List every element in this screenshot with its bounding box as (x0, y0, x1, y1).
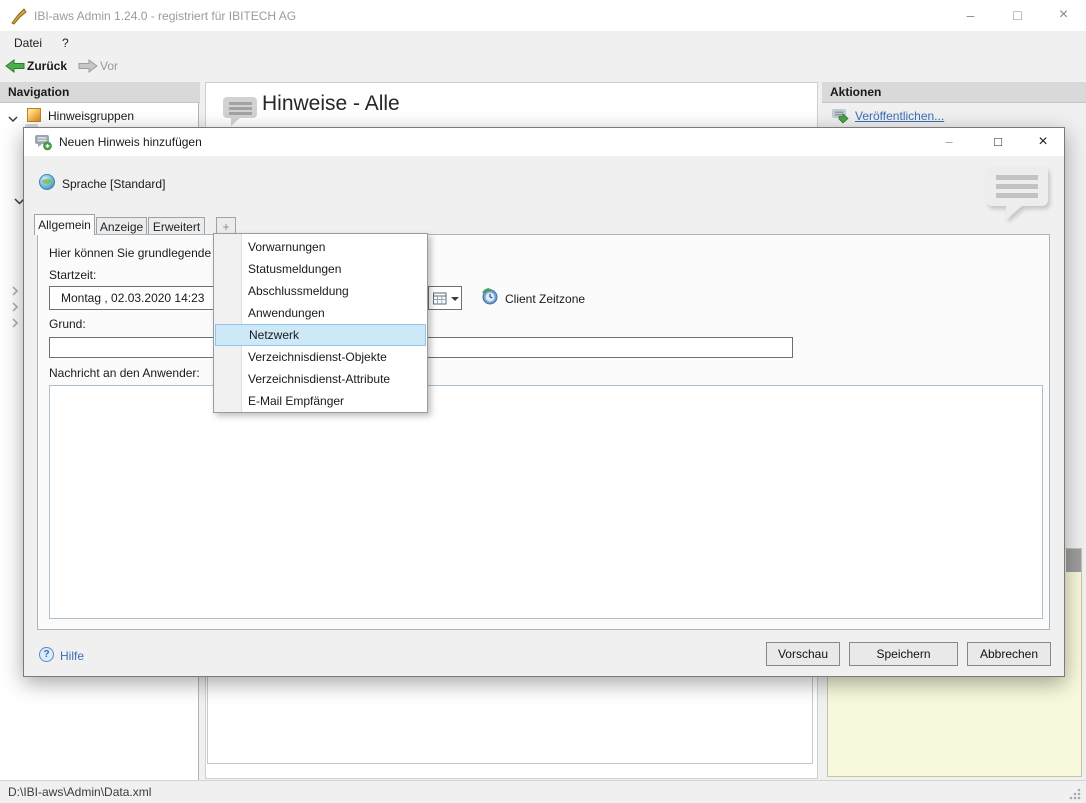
add-hint-icon (34, 134, 53, 154)
chevron-down-icon[interactable] (8, 112, 18, 126)
menu-item-vorwarnungen[interactable]: Vorwarnungen (215, 236, 426, 258)
help-link[interactable]: Hilfe (60, 649, 84, 663)
tab-anzeige[interactable]: Anzeige (96, 217, 147, 235)
page-title: Hinweise - Alle (262, 92, 400, 116)
intro-text: Hier können Sie grundlegende Ei (49, 246, 225, 260)
back-button[interactable] (5, 58, 25, 77)
save-button[interactable]: Speichern (849, 642, 958, 666)
chevron-right-icon[interactable] (12, 301, 19, 315)
status-bar: D:\IBI-aws\Admin\Data.xml (0, 780, 1086, 803)
speech-bubble-icon (222, 95, 260, 130)
app-title: IBI-aws Admin 1.24.0 - registriert für I… (34, 9, 296, 23)
speech-bubble-watermark-icon (984, 164, 1052, 225)
navigation-header: Navigation (0, 82, 200, 103)
message-label: Nachricht an den Anwender: (49, 366, 200, 380)
menu-item-email-empfaenger[interactable]: E-Mail Empfänger (215, 390, 426, 412)
menu-bar: Datei ? (0, 31, 1086, 53)
forward-button-label[interactable]: Vor (100, 58, 118, 74)
app-window: IBI-aws Admin 1.24.0 - registriert für I… (0, 0, 1086, 803)
actions-header: Aktionen (822, 82, 1086, 103)
calendar-icon (433, 292, 447, 308)
publish-link[interactable]: Veröffentlichen... (855, 109, 944, 123)
menu-item-abschlussmeldung[interactable]: Abschlussmeldung (215, 280, 426, 302)
tab-erweitert[interactable]: Erweitert (148, 217, 205, 235)
tab-page-allgemein: Hier können Sie grundlegende Ei Startzei… (37, 234, 1050, 630)
resize-grip[interactable] (1068, 787, 1081, 803)
menu-item-datei[interactable]: Datei (9, 34, 47, 52)
forward-arrow-icon (78, 58, 98, 74)
back-button-label[interactable]: Zurück (27, 58, 67, 74)
globe-icon (39, 174, 55, 190)
menu-item-verzeichnisdienst-objekte[interactable]: Verzeichnisdienst-Objekte (215, 346, 426, 368)
timezone-label: Client Zeitzone (505, 292, 585, 306)
scrollbar-thumb[interactable] (1066, 549, 1081, 572)
cancel-button[interactable]: Abbrechen (967, 642, 1051, 666)
toolbar: Zurück Vor (0, 53, 1086, 79)
menu-item-statusmeldungen[interactable]: Statusmeldungen (215, 258, 426, 280)
chevron-right-icon[interactable] (12, 317, 19, 331)
dialog-maximize-button[interactable]: □ (981, 128, 1015, 156)
app-icon (10, 7, 28, 28)
publish-icon (831, 108, 850, 127)
dialog-titlebar: Neuen Hinweis hinzufügen – □ × (24, 128, 1064, 156)
menu-item-netzwerk[interactable]: Netzwerk (215, 324, 426, 346)
chevron-right-icon[interactable] (12, 285, 19, 299)
package-icon (27, 108, 41, 122)
status-file-path: D:\IBI-aws\Admin\Data.xml (8, 785, 151, 799)
menu-item-help[interactable]: ? (57, 34, 74, 52)
dialog-close-button[interactable]: × (1026, 128, 1060, 156)
tab-allgemein[interactable]: Allgemein (34, 214, 95, 235)
start-time-label: Startzeit: (49, 268, 96, 282)
preview-button[interactable]: Vorschau (766, 642, 840, 666)
timezone-icon (481, 288, 499, 308)
calendar-dropdown-button[interactable] (428, 286, 462, 310)
menu-item-verzeichnisdienst-attribute[interactable]: Verzeichnisdienst-Attribute (215, 368, 426, 390)
minimize-button[interactable]: – (948, 0, 993, 30)
maximize-button[interactable]: □ (995, 0, 1040, 30)
dialog-title: Neuen Hinweis hinzufügen (59, 135, 202, 149)
reason-label: Grund: (49, 317, 86, 331)
hint-type-popup-menu: Vorwarnungen Statusmeldungen Abschlussme… (213, 233, 428, 413)
add-hint-dialog: Neuen Hinweis hinzufügen – □ × Sprache [… (23, 127, 1065, 677)
language-label: Sprache [Standard] (62, 177, 165, 191)
message-textarea[interactable] (49, 385, 1043, 619)
app-titlebar: IBI-aws Admin 1.24.0 - registriert für I… (0, 0, 1086, 31)
dialog-minimize-button: – (932, 128, 966, 156)
back-arrow-icon (5, 58, 25, 74)
menu-item-anwendungen[interactable]: Anwendungen (215, 302, 426, 324)
close-button[interactable]: × (1041, 0, 1086, 30)
tree-item-hinweisgruppen[interactable]: Hinweisgruppen (48, 108, 134, 124)
forward-button[interactable] (78, 58, 98, 77)
chevron-down-icon (451, 297, 459, 301)
help-icon: ? (39, 647, 54, 662)
